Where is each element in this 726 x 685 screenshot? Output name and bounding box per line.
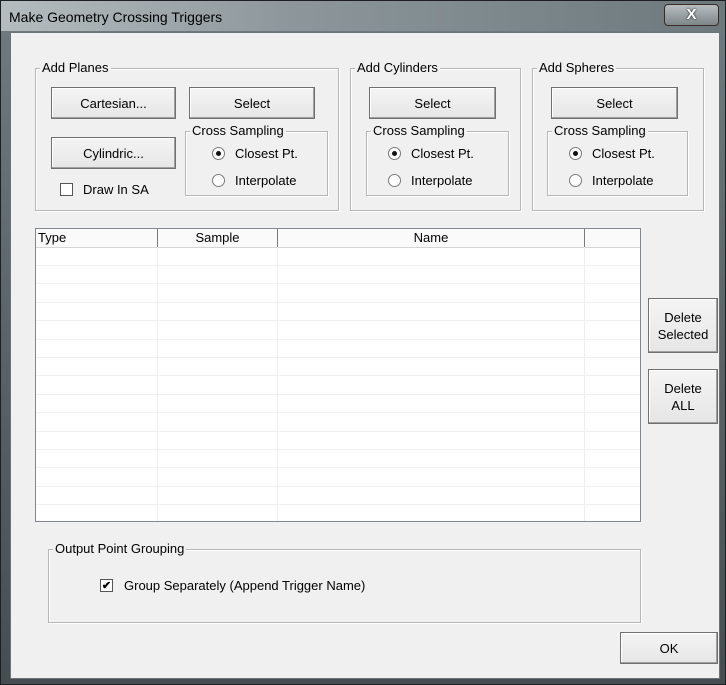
dialog-client: Add Planes Cartesian... Select Cylindric…	[10, 32, 720, 679]
spheres-interpolate-label: Interpolate	[592, 173, 654, 188]
planes-closest-radio[interactable]	[212, 147, 225, 160]
table-row	[36, 284, 640, 303]
close-button[interactable]: X	[664, 4, 719, 26]
planes-select-button[interactable]: Select	[189, 87, 315, 119]
add-cylinders-legend: Add Cylinders	[355, 60, 440, 75]
planes-interpolate-radio[interactable]	[212, 174, 225, 187]
delete-selected-label: Delete Selected	[657, 309, 709, 342]
spheres-select-button[interactable]: Select	[551, 87, 678, 119]
table-row	[36, 413, 640, 432]
table-row	[36, 505, 640, 521]
close-icon: X	[686, 6, 697, 23]
table-row	[36, 376, 640, 395]
cylinders-select-button[interactable]: Select	[369, 87, 496, 119]
draw-in-sa-checkbox[interactable]	[60, 183, 73, 196]
column-header-name[interactable]: Name	[278, 229, 585, 247]
table-row	[36, 302, 640, 322]
column-header-type[interactable]: Type	[36, 229, 158, 247]
ok-button[interactable]: OK	[620, 632, 718, 664]
title-bar[interactable]: Make Geometry Crossing Triggers X	[1, 1, 725, 31]
planes-interpolate-label: Interpolate	[235, 173, 297, 188]
spheres-interpolate-radio[interactable]	[569, 174, 582, 187]
cartesian-button[interactable]: Cartesian...	[51, 87, 176, 119]
table-row	[36, 339, 640, 358]
spheres-closest-label: Closest Pt.	[592, 146, 655, 161]
output-grouping-legend: Output Point Grouping	[53, 541, 187, 556]
table-row	[36, 449, 640, 469]
window-title: Make Geometry Crossing Triggers	[9, 9, 223, 25]
draw-in-sa-label: Draw In SA	[83, 182, 149, 197]
table-row	[36, 468, 640, 487]
table-row	[36, 321, 640, 340]
delete-all-label: Delete ALL	[664, 380, 702, 413]
planes-cross-sampling-legend: Cross Sampling	[190, 123, 286, 138]
delete-all-button[interactable]: Delete ALL	[648, 369, 718, 424]
table-row	[36, 357, 640, 377]
table-row	[36, 265, 640, 285]
table-row	[36, 247, 640, 266]
spheres-cross-sampling-legend: Cross Sampling	[552, 123, 648, 138]
delete-selected-button[interactable]: Delete Selected	[648, 298, 718, 353]
cylinders-closest-label: Closest Pt.	[411, 146, 474, 161]
cylinders-cross-sampling-legend: Cross Sampling	[371, 123, 467, 138]
checkmark-icon: ✔	[101, 580, 112, 592]
table-row	[36, 431, 640, 450]
table-row	[36, 394, 640, 414]
column-header-extra[interactable]	[585, 229, 640, 247]
table-row	[36, 486, 640, 506]
spheres-closest-radio[interactable]	[569, 147, 582, 160]
list-header: Type Sample Name	[36, 229, 640, 248]
cylinders-interpolate-radio[interactable]	[388, 174, 401, 187]
add-spheres-legend: Add Spheres	[537, 60, 617, 75]
group-separately-label: Group Separately (Append Trigger Name)	[124, 578, 366, 593]
cylinders-closest-radio[interactable]	[388, 147, 401, 160]
dialog-window: Make Geometry Crossing Triggers X Add Pl…	[0, 0, 726, 685]
triggers-list[interactable]: Type Sample Name	[35, 228, 641, 522]
group-separately-checkbox[interactable]: ✔	[100, 579, 113, 592]
cylinders-interpolate-label: Interpolate	[411, 173, 473, 188]
cylindric-button[interactable]: Cylindric...	[51, 137, 176, 169]
planes-closest-label: Closest Pt.	[235, 146, 298, 161]
column-header-sample[interactable]: Sample	[158, 229, 278, 247]
add-planes-legend: Add Planes	[40, 60, 111, 75]
